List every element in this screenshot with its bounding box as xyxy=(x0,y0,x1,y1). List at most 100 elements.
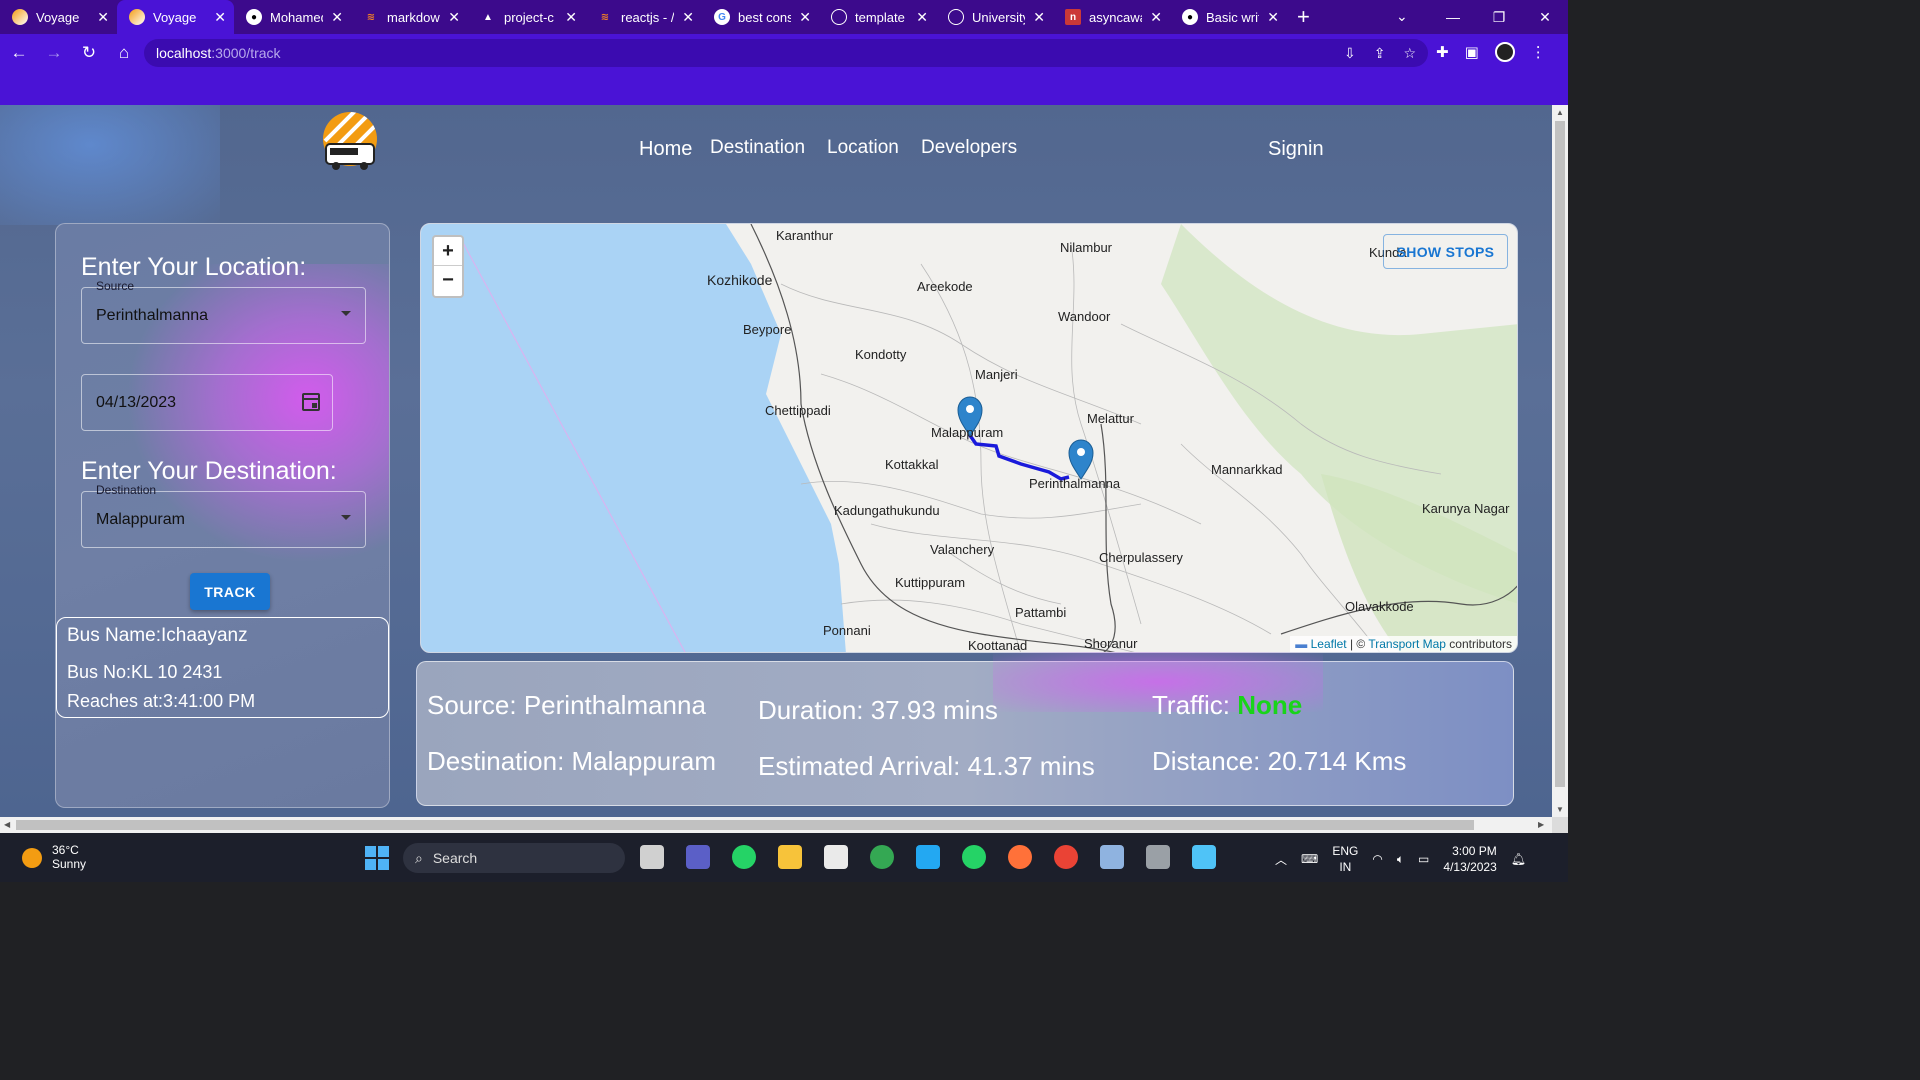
wifi-icon[interactable]: ◠ xyxy=(1372,852,1382,866)
track-button[interactable]: TRACK xyxy=(190,573,270,610)
scroll-down-icon[interactable]: ▼ xyxy=(1556,805,1564,814)
reload-icon[interactable]: ↻ xyxy=(73,43,105,63)
show-stops-button[interactable]: SHOW STOPS xyxy=(1383,234,1508,269)
volume-icon[interactable]: 🔈︎ xyxy=(1397,852,1404,867)
battery-icon[interactable]: ▭ xyxy=(1418,852,1429,866)
notepad-icon[interactable] xyxy=(1192,845,1216,869)
window-controls: — ❐ ✕ xyxy=(1430,0,1568,34)
tab-voyage-1[interactable]: Voyage ✕ xyxy=(0,0,117,34)
github-icon: ● xyxy=(1182,9,1198,25)
calendar-icon[interactable] xyxy=(302,393,320,411)
taskbar-apps xyxy=(640,845,1216,869)
calculator-icon[interactable] xyxy=(1146,845,1170,869)
profile-avatar[interactable] xyxy=(1494,42,1515,62)
lang-code: ENG xyxy=(1332,844,1359,858)
tab-stackoverflow[interactable]: ≋ markdow ✕ xyxy=(351,0,468,34)
firefox-icon[interactable] xyxy=(1008,845,1032,869)
route-map[interactable]: Karanthur Kozhikode Nilambur Kunda Areek… xyxy=(420,223,1518,653)
source-select[interactable]: Source Perinthalmanna xyxy=(81,279,366,344)
transport-map-link[interactable]: Transport Map xyxy=(1368,637,1446,651)
vscode-icon[interactable] xyxy=(916,845,940,869)
new-tab-button[interactable]: + xyxy=(1297,4,1310,30)
tab-github[interactable]: ● Mohamed ✕ xyxy=(234,0,351,34)
close-icon[interactable]: ✕ xyxy=(97,9,109,26)
notification-bell-icon[interactable]: 🔔︎ xyxy=(1511,852,1526,866)
map-marker-perinthalmanna[interactable] xyxy=(1068,439,1094,480)
tab-vercel[interactable]: ▲ project-c ✕ xyxy=(468,0,585,34)
close-icon[interactable]: ✕ xyxy=(1033,9,1045,26)
search-label: Search xyxy=(432,850,478,866)
horizontal-scrollbar[interactable]: ◀ ▶ xyxy=(0,817,1552,833)
whatsapp-beta-icon[interactable] xyxy=(962,845,986,869)
tab-github-2[interactable]: ● Basic writ ✕ xyxy=(1170,0,1287,34)
stackoverflow-icon: ≋ xyxy=(600,11,610,23)
vercel-icon: ▲ xyxy=(483,11,493,23)
keyboard-icon[interactable]: ⌨ xyxy=(1301,852,1318,866)
zoom-out-button[interactable]: − xyxy=(434,266,462,295)
trip-destination: Destination: Malappuram xyxy=(427,746,717,776)
scroll-right-icon[interactable]: ▶ xyxy=(1538,820,1544,829)
nav-developers[interactable]: Developers xyxy=(921,137,1017,159)
tab-stackoverflow-2[interactable]: ≋ reactjs - / ✕ xyxy=(585,0,702,34)
scroll-left-icon[interactable]: ◀ xyxy=(4,820,10,829)
tab-voyage-active[interactable]: Voyage ✕ xyxy=(117,0,234,34)
photos-icon[interactable] xyxy=(1100,845,1124,869)
scroll-thumb[interactable] xyxy=(16,820,1474,830)
chrome-icon[interactable] xyxy=(870,845,894,869)
leaflet-link[interactable]: Leaflet xyxy=(1311,637,1347,651)
tab-search-icon[interactable]: ⌄ xyxy=(1396,8,1408,25)
extensions-icon[interactable]: ✚ xyxy=(1436,43,1449,61)
taskbar: 36°C Sunny ⌕ Search ︿ ⌨ ENG IN ◠ 🔈︎ ▭ 3:… xyxy=(0,833,1568,882)
close-icon[interactable]: ✕ xyxy=(916,9,928,26)
close-icon[interactable]: ✕ xyxy=(448,9,460,26)
tab-template[interactable]: template ✕ xyxy=(819,0,936,34)
address-bar[interactable]: i localhost:3000/track ⇩ ⇪ ☆ xyxy=(144,39,1428,609)
taskbar-search[interactable]: ⌕ Search xyxy=(403,843,625,873)
voyage-logo[interactable] xyxy=(320,111,380,173)
nav-signin[interactable]: Signin xyxy=(1268,138,1324,161)
back-icon[interactable]: ← xyxy=(3,43,35,63)
close-icon[interactable]: ✕ xyxy=(565,9,577,26)
close-icon[interactable]: ✕ xyxy=(1150,9,1162,26)
close-icon[interactable]: ✕ xyxy=(331,9,343,26)
store-icon[interactable] xyxy=(824,845,848,869)
vertical-scrollbar[interactable]: ▲ ▼ xyxy=(1552,105,1568,817)
scroll-thumb[interactable] xyxy=(1555,121,1565,787)
tab-google[interactable]: G best cons ✕ xyxy=(702,0,819,34)
tab-npm[interactable]: n asyncawa ✕ xyxy=(1053,0,1170,34)
close-icon[interactable]: ✕ xyxy=(682,9,694,26)
whatsapp-icon[interactable] xyxy=(732,845,756,869)
window-close-icon[interactable]: ✕ xyxy=(1522,0,1568,34)
install-icon[interactable]: ⇩ xyxy=(1344,45,1356,62)
restore-icon[interactable]: ❐ xyxy=(1476,0,1522,34)
close-icon[interactable]: ✕ xyxy=(1267,9,1279,26)
scroll-up-icon[interactable]: ▲ xyxy=(1556,108,1564,117)
tab-university[interactable]: University ✕ xyxy=(936,0,1053,34)
weather-widget[interactable]: 36°C Sunny xyxy=(22,843,86,871)
date-field[interactable]: 04/13/2023 xyxy=(81,374,333,431)
close-icon[interactable]: ✕ xyxy=(214,9,226,26)
destination-select[interactable]: Destination Malappuram xyxy=(81,483,366,548)
home-icon[interactable]: ⌂ xyxy=(108,43,140,63)
side-panel-icon[interactable]: ▣ xyxy=(1465,43,1479,61)
place-label: Koottanad xyxy=(968,638,1028,653)
zoom-in-button[interactable]: + xyxy=(434,237,462,266)
nav-location[interactable]: Location xyxy=(827,137,899,159)
tray-chevron-icon[interactable]: ︿ xyxy=(1275,851,1287,868)
forward-icon[interactable]: → xyxy=(38,43,70,63)
teams-icon[interactable] xyxy=(686,845,710,869)
bookmark-star-icon[interactable]: ☆ xyxy=(1403,45,1416,62)
menu-kebab-icon[interactable]: ⋮ xyxy=(1531,43,1546,61)
share-icon[interactable]: ⇪ xyxy=(1374,45,1386,62)
minimize-icon[interactable]: — xyxy=(1430,0,1476,34)
clock[interactable]: 3:00 PM 4/13/2023 xyxy=(1443,843,1496,875)
nav-home[interactable]: Home xyxy=(639,138,692,161)
language-indicator[interactable]: ENG IN xyxy=(1332,843,1358,875)
nav-destination[interactable]: Destination xyxy=(710,137,805,159)
chrome-active-icon[interactable] xyxy=(1054,845,1078,869)
place-label: Wandoor xyxy=(1058,309,1111,324)
start-button[interactable] xyxy=(365,846,389,870)
file-explorer-icon[interactable] xyxy=(778,845,802,869)
task-view-icon[interactable] xyxy=(640,845,664,869)
close-icon[interactable]: ✕ xyxy=(799,9,811,26)
